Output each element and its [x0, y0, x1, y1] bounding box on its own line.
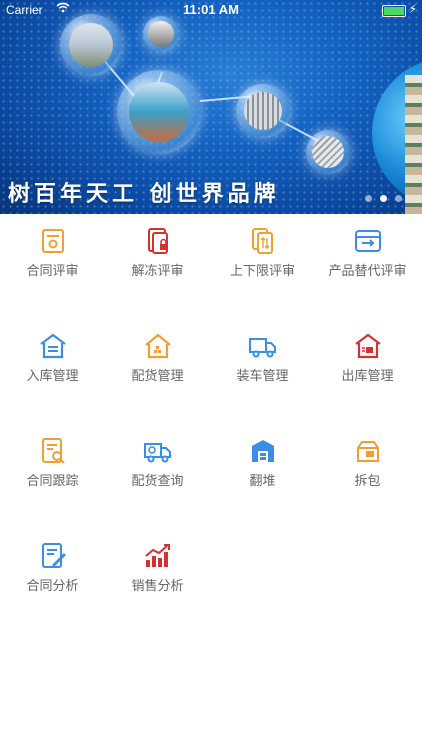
menu-item-contract-track[interactable]: 合同跟踪 — [0, 424, 105, 529]
menu-item-product-substitute[interactable]: 产品替代评审 — [315, 214, 420, 319]
menu-item-label: 解冻评审 — [131, 264, 184, 279]
warehouse-in-icon — [40, 333, 66, 359]
menu-item-distribution[interactable]: 配货管理 — [105, 319, 210, 424]
banner-carousel[interactable]: 树百年天工 创世界品牌 — [0, 0, 422, 214]
menu-item-warehouse-in[interactable]: 入库管理 — [0, 319, 105, 424]
status-time: 11:01 AM — [183, 2, 239, 17]
status-bar: Carrier 11:01 AM ⚡ — [0, 0, 422, 20]
truck-loading-icon — [249, 338, 276, 358]
menu-item-truck-loading[interactable]: 装车管理 — [210, 319, 315, 424]
menu-item-label: 拆包 — [354, 474, 381, 489]
pipes-bubble-image — [306, 130, 350, 174]
warehouse-out-icon — [355, 333, 381, 359]
menu-item-distribution-query[interactable]: 配货查询 — [105, 424, 210, 529]
menu-item-label: 配货管理 — [131, 369, 184, 384]
pager-dot[interactable] — [365, 195, 372, 202]
machinery-bubble-image — [117, 70, 201, 154]
factory-bubble-image — [60, 14, 122, 76]
menu-item-label: 翻堆 — [249, 474, 276, 489]
workers-bubble-image — [143, 16, 179, 52]
carousel-pager[interactable] — [365, 195, 402, 202]
menu-item-label: 出库管理 — [341, 369, 394, 384]
menu-item-sales-analysis[interactable]: 销售分析 — [105, 529, 210, 634]
menu-item-label: 配货查询 — [131, 474, 184, 489]
unpack-icon — [357, 441, 379, 462]
menu-item-label: 销售分析 — [131, 579, 184, 594]
menu-item-warehouse-out[interactable]: 出库管理 — [315, 319, 420, 424]
menu-item-unpack[interactable]: 拆包 — [315, 424, 420, 529]
menu-item-limit-review[interactable]: 上下限评审 — [210, 214, 315, 319]
product-substitute-icon — [355, 230, 381, 252]
contract-analysis-icon — [42, 543, 66, 568]
pager-dot-active[interactable] — [380, 195, 387, 202]
contract-review-icon — [42, 229, 64, 253]
menu-item-label: 合同跟踪 — [26, 474, 79, 489]
unfreeze-review-icon — [148, 228, 168, 254]
menu-item-label: 入库管理 — [26, 369, 79, 384]
menu-item-unfreeze-review[interactable]: 解冻评审 — [105, 214, 210, 319]
menu-item-label: 产品替代评审 — [328, 264, 407, 279]
building-strip-image — [405, 75, 422, 214]
steel-bars-bubble-image — [236, 84, 290, 138]
menu-item-label: 合同分析 — [26, 579, 79, 594]
menu-item-label: 装车管理 — [236, 369, 289, 384]
menu-item-contract-review[interactable]: 合同评审 — [0, 214, 105, 319]
banner-slogan: 树百年天工 创世界品牌 — [8, 181, 280, 207]
distribution-query-icon — [144, 443, 171, 463]
sales-analysis-icon — [145, 544, 170, 567]
menu-item-label: 合同评审 — [26, 264, 79, 279]
menu-item-label: 上下限评审 — [229, 264, 295, 279]
limit-review-icon — [252, 228, 273, 254]
contract-track-icon — [42, 438, 65, 464]
battery-icon — [382, 5, 406, 17]
menu-item-restack[interactable]: 翻堆 — [210, 424, 315, 529]
distribution-icon — [145, 333, 171, 359]
menu-item-contract-analysis[interactable]: 合同分析 — [0, 529, 105, 634]
charging-icon: ⚡ — [408, 2, 417, 16]
pager-dot[interactable] — [395, 195, 402, 202]
restack-icon — [252, 440, 274, 462]
